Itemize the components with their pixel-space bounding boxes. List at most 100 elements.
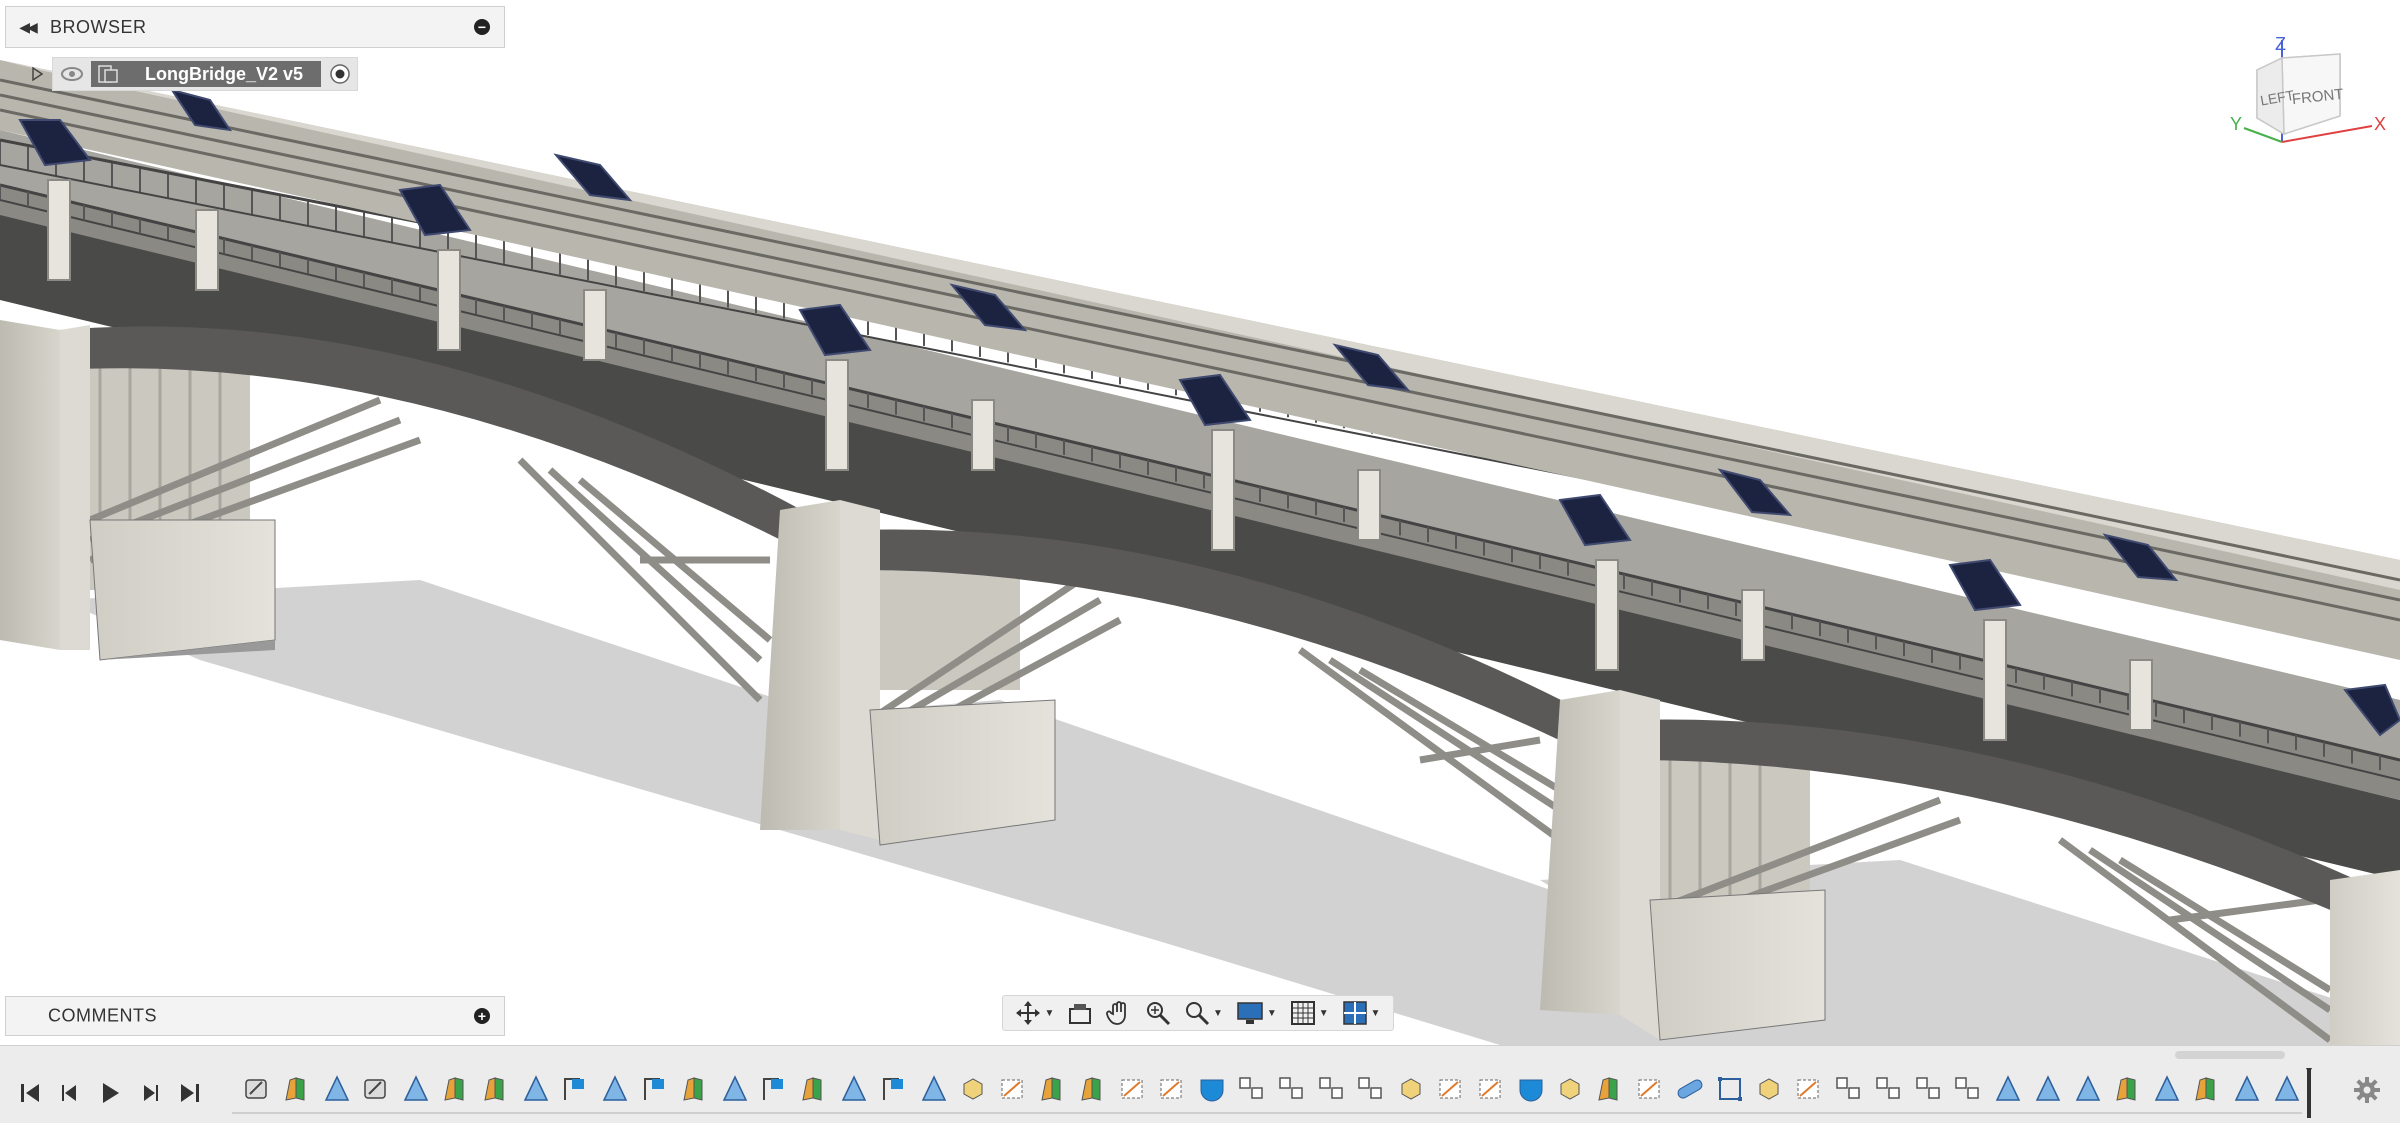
timeline-track[interactable] bbox=[232, 1068, 2302, 1118]
chevron-down-icon[interactable]: ▼ bbox=[1044, 1008, 1054, 1019]
chevron-down-icon[interactable]: ▼ bbox=[1319, 1008, 1329, 1019]
zoom-icon bbox=[1147, 1002, 1171, 1026]
activate-radio-icon[interactable] bbox=[329, 63, 351, 85]
extrude-icon[interactable] bbox=[2113, 1074, 2143, 1104]
chevron-down-icon[interactable]: ▼ bbox=[1371, 1008, 1381, 1019]
sketch-icon[interactable] bbox=[759, 1074, 789, 1104]
sweep-icon[interactable] bbox=[2073, 1074, 2103, 1104]
rectangle-icon[interactable] bbox=[1715, 1074, 1745, 1104]
extrude-icon[interactable] bbox=[1038, 1074, 1068, 1104]
pattern-icon[interactable] bbox=[1237, 1074, 1267, 1104]
sweep-icon[interactable] bbox=[839, 1074, 869, 1104]
sweep-icon[interactable] bbox=[919, 1074, 949, 1104]
sweep-icon[interactable] bbox=[2232, 1074, 2262, 1104]
minus-circle-icon[interactable]: − bbox=[474, 19, 490, 35]
expand-triangle-icon[interactable] bbox=[30, 67, 44, 81]
grid-button[interactable]: ▼ bbox=[1290, 1000, 1329, 1026]
offset-plane-icon[interactable] bbox=[1794, 1074, 1824, 1104]
step-forward-icon bbox=[144, 1085, 158, 1101]
zoom-window-button[interactable]: ▼ bbox=[1184, 1000, 1223, 1026]
pattern-icon[interactable] bbox=[1834, 1074, 1864, 1104]
extrude-icon[interactable] bbox=[2192, 1074, 2222, 1104]
extrude-icon[interactable] bbox=[799, 1074, 829, 1104]
go-to-start-button[interactable] bbox=[10, 1076, 50, 1110]
offset-plane-icon[interactable] bbox=[1157, 1074, 1187, 1104]
offset-plane-icon[interactable] bbox=[1476, 1074, 1506, 1104]
browser-tree-row[interactable]: LongBridge_V2 v5 bbox=[30, 57, 359, 91]
viewcube[interactable]: Z X Y LEFT FRONT bbox=[2222, 30, 2392, 160]
look-at-button[interactable] bbox=[1067, 1001, 1093, 1025]
extrude-icon[interactable] bbox=[441, 1074, 471, 1104]
step-back-icon bbox=[62, 1085, 76, 1101]
pattern-icon[interactable] bbox=[1914, 1074, 1944, 1104]
orbit-icon bbox=[1016, 1001, 1041, 1025]
component-chip[interactable]: LongBridge_V2 v5 bbox=[91, 61, 322, 87]
go-to-end-icon bbox=[181, 1084, 199, 1102]
pattern-icon[interactable] bbox=[1953, 1074, 1983, 1104]
extrude-icon[interactable] bbox=[481, 1074, 511, 1104]
sweep-icon[interactable] bbox=[521, 1074, 551, 1104]
document-icon bbox=[98, 65, 118, 83]
sketch-icon[interactable] bbox=[640, 1074, 670, 1104]
comments-panel: COMMENTS + bbox=[5, 996, 505, 1036]
sweep-icon[interactable] bbox=[322, 1074, 352, 1104]
offset-plane-icon[interactable] bbox=[1635, 1074, 1665, 1104]
chevron-down-icon[interactable]: ▼ bbox=[1267, 1008, 1277, 1019]
go-to-end-button[interactable] bbox=[170, 1076, 210, 1110]
step-back-button[interactable] bbox=[50, 1076, 90, 1110]
pan-button[interactable] bbox=[1106, 1000, 1132, 1026]
pipe-icon[interactable] bbox=[1675, 1074, 1705, 1104]
shell-icon[interactable] bbox=[1516, 1074, 1546, 1104]
play-button[interactable] bbox=[90, 1076, 130, 1110]
canvas-viewport[interactable] bbox=[0, 0, 2400, 1045]
pan-icon bbox=[1106, 1001, 1127, 1025]
sweep-icon[interactable] bbox=[2033, 1074, 2063, 1104]
visibility-eye-icon[interactable] bbox=[59, 64, 85, 84]
sweep-icon[interactable] bbox=[1993, 1074, 2023, 1104]
solid-icon[interactable] bbox=[1555, 1074, 1585, 1104]
sweep-icon[interactable] bbox=[720, 1074, 750, 1104]
orbit-button[interactable]: ▼ bbox=[1015, 1000, 1054, 1026]
fillet-icon[interactable] bbox=[361, 1074, 391, 1104]
play-icon bbox=[103, 1083, 119, 1103]
zoom-button[interactable] bbox=[1145, 1000, 1171, 1026]
component-name: LongBridge_V2 v5 bbox=[145, 63, 304, 84]
step-forward-button[interactable] bbox=[130, 1076, 170, 1110]
display-settings-button[interactable]: ▼ bbox=[1236, 1001, 1277, 1025]
plus-circle-icon[interactable]: + bbox=[474, 1008, 490, 1024]
timeline-baseline bbox=[232, 1112, 2302, 1114]
solid-icon[interactable] bbox=[1754, 1074, 1784, 1104]
go-to-start-icon bbox=[21, 1084, 39, 1102]
sweep-icon[interactable] bbox=[401, 1074, 431, 1104]
pattern-icon[interactable] bbox=[1874, 1074, 1904, 1104]
solid-icon[interactable] bbox=[958, 1074, 988, 1104]
timeline-scrollbar[interactable] bbox=[2175, 1051, 2285, 1059]
sweep-icon[interactable] bbox=[2152, 1074, 2182, 1104]
sketch-icon[interactable] bbox=[879, 1074, 909, 1104]
sweep-icon[interactable] bbox=[600, 1074, 630, 1104]
offset-plane-icon[interactable] bbox=[1118, 1074, 1148, 1104]
pattern-icon[interactable] bbox=[1356, 1074, 1386, 1104]
gear-icon[interactable] bbox=[2352, 1075, 2382, 1105]
pattern-icon[interactable] bbox=[1277, 1074, 1307, 1104]
chevron-down-icon[interactable]: ▼ bbox=[1213, 1008, 1223, 1019]
sweep-icon[interactable] bbox=[2272, 1074, 2302, 1104]
extrude-icon[interactable] bbox=[1078, 1074, 1108, 1104]
viewports-icon bbox=[1342, 1001, 1367, 1025]
sketch-icon[interactable] bbox=[560, 1074, 590, 1104]
shell-icon[interactable] bbox=[1197, 1074, 1227, 1104]
collapse-panel-icon[interactable]: ◀◀ bbox=[14, 17, 40, 37]
extrude-icon[interactable] bbox=[1595, 1074, 1625, 1104]
viewcube-z-label: Z bbox=[2275, 34, 2286, 54]
solid-icon[interactable] bbox=[1396, 1074, 1426, 1104]
offset-plane-icon[interactable] bbox=[1436, 1074, 1466, 1104]
bridge-model[interactable] bbox=[0, 0, 2400, 1045]
extrude-icon[interactable] bbox=[680, 1074, 710, 1104]
offset-plane-icon[interactable] bbox=[998, 1074, 1028, 1104]
viewports-button[interactable]: ▼ bbox=[1342, 1000, 1381, 1026]
pattern-icon[interactable] bbox=[1317, 1074, 1347, 1104]
fillet-icon[interactable] bbox=[242, 1074, 272, 1104]
component-node[interactable]: LongBridge_V2 v5 bbox=[52, 57, 359, 91]
timeline-marker-icon[interactable] bbox=[2306, 1068, 2312, 1118]
extrude-icon[interactable] bbox=[282, 1074, 312, 1104]
